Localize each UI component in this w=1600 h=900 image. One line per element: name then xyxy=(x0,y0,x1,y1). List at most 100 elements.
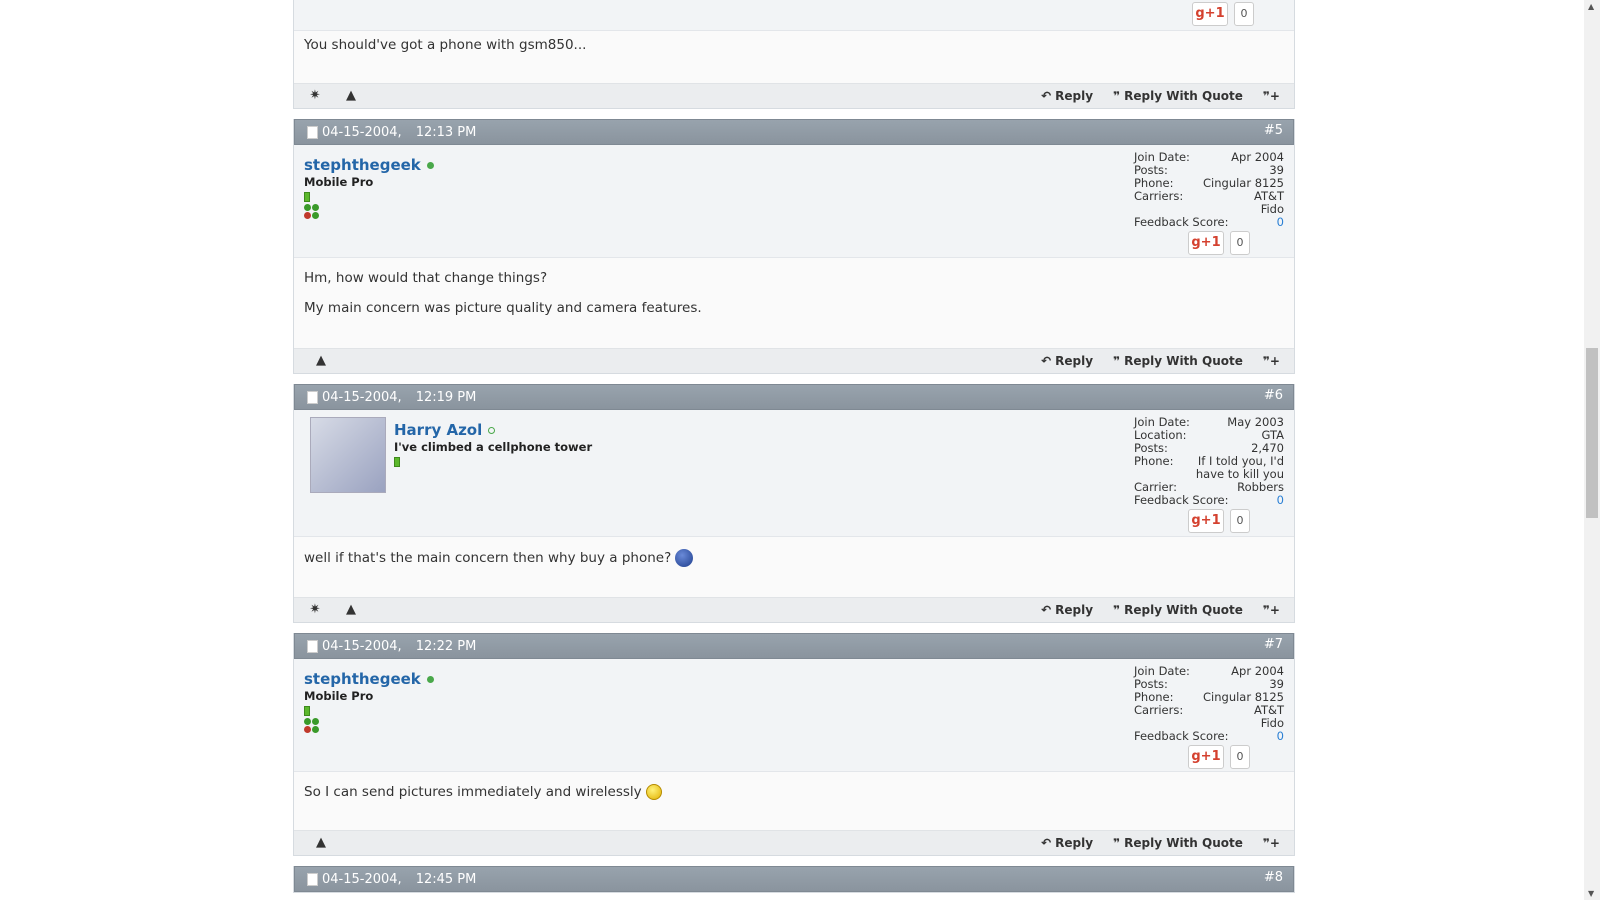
multiquote-icon[interactable]: ❞+ xyxy=(1263,89,1280,103)
gplus-count: 0 xyxy=(1230,745,1250,769)
post-5: 04-15-2004, 12:13 PM #5 stephthegeek Mob… xyxy=(293,119,1295,374)
user-stats: Join Date: May 2003 Location: GTA Posts: 2,… xyxy=(1134,416,1284,533)
reply-with-quote-button[interactable]: ❞ Reply With Quote xyxy=(1113,836,1243,850)
post-date: 04-15-2004, xyxy=(322,124,402,140)
post-6-message: well if that's the main concern then why… xyxy=(294,537,1294,597)
post-5-userinfo: stephthegeek Mobile Pro Join Date: Apr 20… xyxy=(294,145,1294,258)
post-6: 04-15-2004, 12:19 PM #6 Harry Azol I've … xyxy=(293,384,1295,623)
post-7-message: So I can send pictures immediately and w… xyxy=(294,772,1294,830)
post-7-footer: ▲ ↶ Reply ❞ Reply With Quote ❞+ xyxy=(294,830,1294,855)
post-5-header: 04-15-2004, 12:13 PM #5 xyxy=(294,119,1294,145)
reply-arrow-icon: ↶ xyxy=(1041,354,1052,368)
reputation-icon xyxy=(394,457,400,467)
vertical-scrollbar[interactable]: ▲ ▼ xyxy=(1584,0,1600,900)
smile-icon xyxy=(645,784,662,800)
post-number[interactable]: #8 xyxy=(1264,870,1283,885)
reply-button[interactable]: ↶ Reply xyxy=(1041,89,1093,103)
message-text: My main concern was picture quality and … xyxy=(304,300,702,316)
post-number[interactable]: #5 xyxy=(1264,123,1283,138)
feedback-score-link[interactable]: 0 xyxy=(1277,494,1284,507)
phone-smiley-icon xyxy=(675,549,694,567)
reply-with-quote-button[interactable]: ❞ Reply With Quote xyxy=(1113,354,1243,368)
report-icon[interactable]: ▲ xyxy=(344,89,358,103)
reply-arrow-icon: ↶ xyxy=(1041,89,1052,103)
gplus-count: 0 xyxy=(1230,509,1250,533)
message-text: You should've got a phone with gsm850... xyxy=(304,37,587,53)
post-6-header: 04-15-2004, 12:19 PM #6 xyxy=(294,384,1294,410)
username-link[interactable]: Harry Azol xyxy=(394,421,482,439)
reply-button[interactable]: ↶ Reply xyxy=(1041,354,1093,368)
offline-status-icon xyxy=(488,427,496,434)
gplus-button[interactable]: g+1 xyxy=(1188,231,1224,255)
multiquote-icon[interactable]: ❞+ xyxy=(1263,354,1280,368)
report-icon[interactable]: ▲ xyxy=(344,603,358,617)
message-text: Hm, how would that change things? xyxy=(304,270,548,286)
post-5-footer: ▲ ↶ Reply ❞ Reply With Quote ❞+ xyxy=(294,348,1294,373)
gplus-button[interactable]: g+1 xyxy=(1188,745,1224,769)
online-status-icon xyxy=(426,676,434,683)
reply-with-quote-button[interactable]: ❞ Reply With Quote xyxy=(1113,89,1243,103)
post-icon xyxy=(307,390,318,404)
scroll-up-arrow-icon[interactable]: ▲ xyxy=(1588,2,1594,11)
report-icon[interactable]: ▲ xyxy=(314,354,328,368)
reply-arrow-icon: ↶ xyxy=(1041,836,1052,850)
user-title: Mobile Pro xyxy=(304,689,374,703)
post-7-header: 04-15-2004, 12:22 PM #7 xyxy=(294,633,1294,659)
gplus-count: 0 xyxy=(1234,2,1254,26)
post-date: 04-15-2004, xyxy=(322,871,402,887)
gplus-widget: g+1 0 xyxy=(1134,509,1284,533)
avatar[interactable] xyxy=(310,417,386,493)
feedback-score-link[interactable]: 0 xyxy=(1277,730,1284,743)
stat-label: Carriers: xyxy=(1134,703,1184,717)
reply-button[interactable]: ↶ Reply xyxy=(1041,836,1093,850)
gplus-button[interactable]: g+1 xyxy=(1192,2,1228,26)
quote-icon: ❞ xyxy=(1113,354,1121,368)
post-number[interactable]: #7 xyxy=(1264,637,1283,652)
post-number[interactable]: #6 xyxy=(1264,388,1283,403)
scroll-down-arrow-icon[interactable]: ▼ xyxy=(1588,889,1594,898)
post-4-message: You should've got a phone with gsm850... xyxy=(294,31,1294,83)
star-icon[interactable]: ✷ xyxy=(308,603,322,617)
post-8-header: 04-15-2004, 12:45 PM #8 xyxy=(294,866,1294,892)
post-6-footer: ✷ ▲ ↶ Reply ❞ Reply With Quote ❞+ xyxy=(294,597,1294,622)
multiquote-icon[interactable]: ❞+ xyxy=(1263,836,1280,850)
post-7-userinfo: stephthegeek Mobile Pro Join Date: Apr 20… xyxy=(294,659,1294,772)
feedback-label: Feedback Score: xyxy=(1134,493,1229,507)
gplus-button[interactable]: g+1 xyxy=(1188,509,1224,533)
report-icon[interactable]: ▲ xyxy=(314,836,328,850)
reply-button[interactable]: ↶ Reply xyxy=(1041,603,1093,617)
post-8: 04-15-2004, 12:45 PM #8 xyxy=(293,866,1295,893)
post-date: 04-15-2004, xyxy=(322,638,402,654)
gplus-widget: g+1 0 xyxy=(1192,2,1254,26)
feedback-label: Feedback Score: xyxy=(1134,729,1229,743)
star-icon[interactable]: ✷ xyxy=(308,89,322,103)
post-list: g+1 0 You should've got a phone with gsm… xyxy=(293,0,1295,893)
post-7: 04-15-2004, 12:22 PM #7 stephthegeek Mob… xyxy=(293,633,1295,856)
post-6-userinfo: Harry Azol I've climbed a cellphone towe… xyxy=(294,410,1294,537)
quote-icon: ❞ xyxy=(1113,89,1121,103)
message-text: well if that's the main concern then why… xyxy=(304,549,1284,567)
online-status-icon xyxy=(426,162,434,169)
post-icon xyxy=(307,125,318,139)
multiquote-icon[interactable]: ❞+ xyxy=(1263,603,1280,617)
quote-icon: ❞ xyxy=(1113,603,1121,617)
user-title: I've climbed a cellphone tower xyxy=(394,440,593,454)
clover-badge-icon xyxy=(304,718,320,734)
username-link[interactable]: stephthegeek xyxy=(304,156,421,174)
feedback-score-link[interactable]: 0 xyxy=(1277,216,1284,229)
post-4-userinfo: g+1 0 xyxy=(294,0,1294,31)
reply-with-quote-button[interactable]: ❞ Reply With Quote xyxy=(1113,603,1243,617)
post-date: 04-15-2004, xyxy=(322,389,402,405)
user-stats: Join Date: Apr 2004 Posts: 39 Phone: Cingul… xyxy=(1134,665,1284,769)
user-title: Mobile Pro xyxy=(304,175,374,189)
post-time: 12:13 PM xyxy=(415,124,477,140)
scrollbar-thumb[interactable] xyxy=(1586,348,1598,518)
quote-icon: ❞ xyxy=(1113,836,1121,850)
post-time: 12:19 PM xyxy=(415,389,477,405)
post-icon xyxy=(307,639,318,653)
post-5-message: Hm, how would that change things? My mai… xyxy=(294,258,1294,348)
username-link[interactable]: stephthegeek xyxy=(304,670,421,688)
gplus-widget: g+1 0 xyxy=(1134,745,1284,769)
post-icon xyxy=(307,872,318,886)
stat-label: Phone: xyxy=(1134,454,1174,468)
